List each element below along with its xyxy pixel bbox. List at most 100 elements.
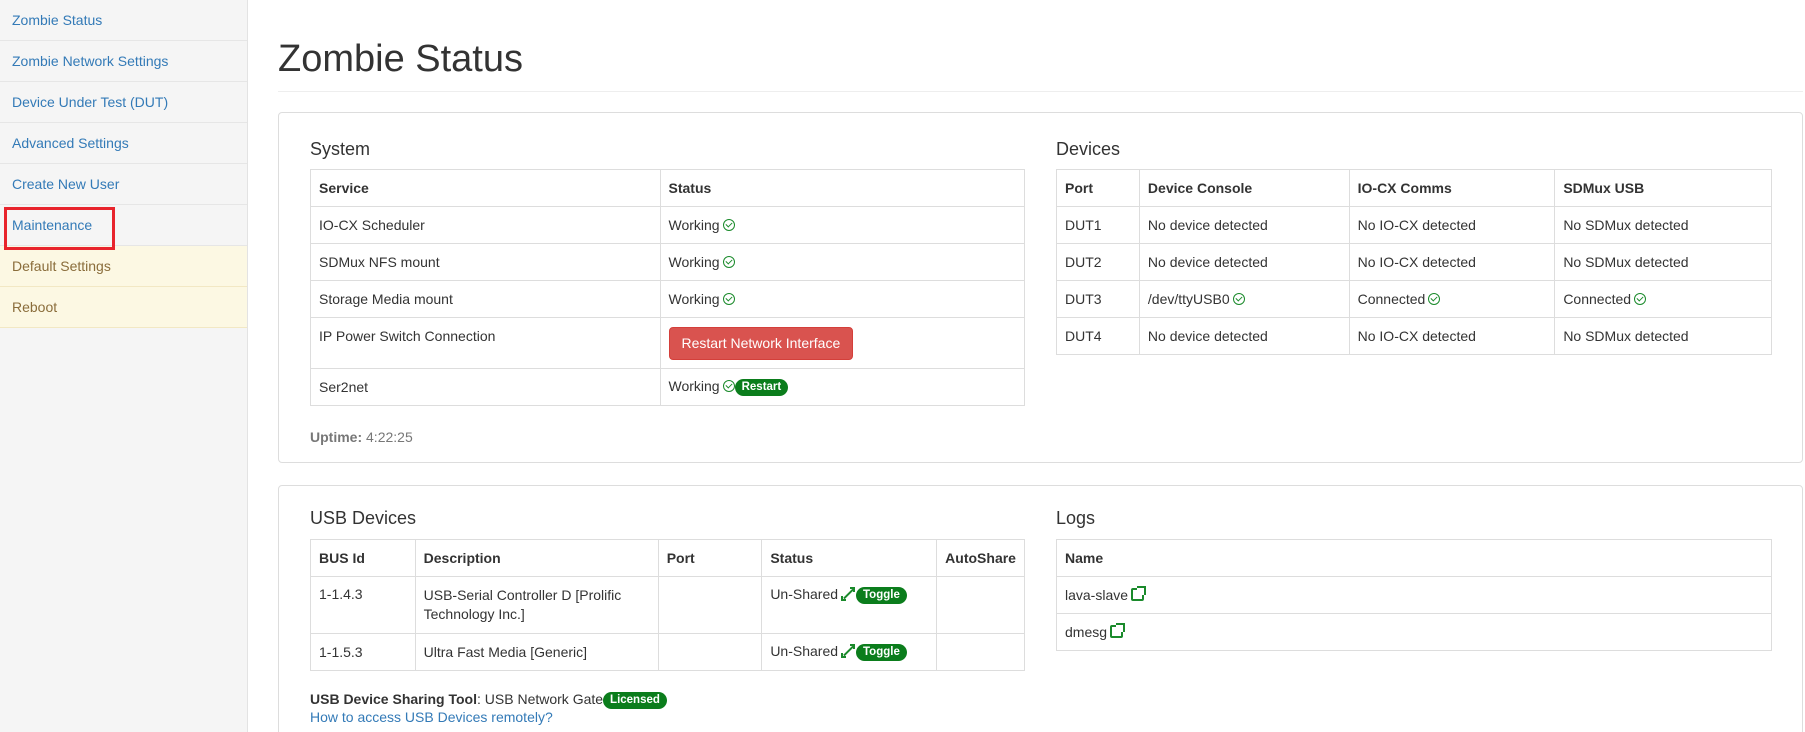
external-link-icon[interactable] — [1131, 586, 1147, 601]
usb-bus-id: 1-1.4.3 — [310, 576, 416, 634]
usb-autoshare[interactable] — [936, 576, 1025, 634]
table-header-row: BUS Id Description Port Status AutoShare — [310, 539, 1025, 577]
table-row: DUT1 No device detected No IO-CX detecte… — [1056, 206, 1772, 244]
service-name: Ser2net — [310, 368, 661, 406]
table-header-row: Service Status — [310, 169, 1025, 207]
table-header-row: Name — [1056, 539, 1772, 577]
table-row: IO-CX Scheduler Working — [310, 206, 1025, 244]
device-iocx: No IO-CX detected — [1348, 206, 1556, 244]
table-row: SDMux NFS mount Working — [310, 243, 1025, 281]
expand-arrows-icon — [841, 644, 856, 658]
sidebar-item-reboot[interactable]: Reboot — [0, 287, 247, 328]
usb-status: Un-Shared Toggle — [761, 576, 938, 634]
sharing-tool-value: : USB Network Gate — [477, 691, 604, 707]
check-circle-icon — [1634, 293, 1647, 305]
column-header-description: Description — [414, 539, 659, 577]
device-sdmux: Connected — [1554, 280, 1772, 318]
service-status: Working — [659, 280, 1025, 318]
logs-table: Name lava-slave dmesg — [1056, 539, 1772, 651]
toggle-share-badge[interactable]: Toggle — [856, 587, 907, 604]
usb-description: Ultra Fast Media [Generic] — [414, 633, 659, 671]
licensed-badge: Licensed — [603, 692, 667, 709]
device-port: DUT2 — [1056, 243, 1140, 281]
devices-table: Port Device Console IO-CX Comms SDMux US… — [1056, 169, 1772, 355]
device-iocx: Connected — [1348, 280, 1556, 318]
sidebar-item-create-new-user[interactable]: Create New User — [0, 164, 247, 205]
console-text: /dev/ttyUSB0 — [1147, 291, 1230, 307]
restart-network-interface-button[interactable]: Restart Network Interface — [668, 326, 854, 360]
usb-devices-table: BUS Id Description Port Status AutoShare… — [310, 539, 1025, 671]
main-content: Zombie Status System Service Status IO-C… — [278, 0, 1805, 732]
table-row: DUT3 /dev/ttyUSB0 Connected Connected — [1056, 280, 1772, 318]
status-text: Working — [668, 217, 720, 233]
service-status: Working Restart — [659, 368, 1025, 406]
usb-status: Un-Shared Toggle — [761, 633, 938, 671]
table-row: IP Power Switch Connection Restart Netwo… — [310, 317, 1025, 369]
uptime-value: 4:22:25 — [366, 429, 413, 445]
check-circle-icon — [1428, 293, 1441, 305]
sidebar-item-zombie-network-settings[interactable]: Zombie Network Settings — [0, 41, 247, 82]
uptime: Uptime: 4:22:25 — [310, 429, 413, 445]
service-name: IP Power Switch Connection — [310, 317, 661, 369]
service-status: Working — [659, 206, 1025, 244]
table-row: 1-1.5.3 Ultra Fast Media [Generic] Un-Sh… — [310, 633, 1025, 671]
column-header-device-console: Device Console — [1138, 169, 1350, 207]
device-port: DUT4 — [1056, 317, 1140, 355]
service-name: Storage Media mount — [310, 280, 661, 318]
column-header-autoshare: AutoShare — [936, 539, 1025, 577]
title-divider — [278, 91, 1803, 92]
sidebar-item-advanced-settings[interactable]: Advanced Settings — [0, 123, 247, 164]
device-port: DUT3 — [1056, 280, 1140, 318]
device-iocx: No IO-CX detected — [1348, 317, 1556, 355]
toggle-share-badge[interactable]: Toggle — [856, 644, 907, 661]
status-text: Working — [668, 291, 720, 307]
service-name: IO-CX Scheduler — [310, 206, 661, 244]
sidebar-item-device-under-test[interactable]: Device Under Test (DUT) — [0, 82, 247, 123]
system-heading: System — [310, 139, 371, 159]
usb-remote-access-help-link[interactable]: How to access USB Devices remotely? — [310, 709, 553, 725]
system-table: Service Status IO-CX Scheduler Working S… — [310, 169, 1025, 406]
column-header-status: Status — [659, 169, 1025, 207]
column-header-port: Port — [1056, 169, 1140, 207]
column-header-sdmux-usb: SDMux USB — [1554, 169, 1772, 207]
usb-port — [657, 576, 763, 634]
usb-autoshare[interactable] — [936, 633, 1025, 671]
device-console: No device detected — [1138, 243, 1350, 281]
page-title: Zombie Status — [278, 38, 523, 80]
restart-ser2net-badge[interactable]: Restart — [734, 379, 789, 396]
sidebar-item-default-settings[interactable]: Default Settings — [0, 246, 247, 287]
status-text: Working — [668, 378, 720, 394]
usb-port — [657, 633, 763, 671]
table-row: DUT2 No device detected No IO-CX detecte… — [1056, 243, 1772, 281]
usb-help-row: How to access USB Devices remotely? — [310, 709, 553, 725]
external-link-icon[interactable] — [1110, 623, 1126, 638]
usb-logs-panel: USB Devices BUS Id Description Port Stat… — [278, 485, 1803, 732]
column-header-service: Service — [310, 169, 661, 207]
table-row: Ser2net Working Restart — [310, 368, 1025, 406]
check-circle-icon — [722, 293, 735, 305]
usb-description: USB-Serial Controller D [Prolific Techno… — [414, 576, 659, 634]
uptime-label: Uptime: — [310, 429, 363, 445]
usb-status-text: Un-Shared — [770, 643, 839, 659]
table-row: Storage Media mount Working — [310, 280, 1025, 318]
usb-sharing-tool: USB Device Sharing Tool: USB Network Gat… — [310, 691, 667, 709]
device-sdmux: No SDMux detected — [1554, 206, 1772, 244]
status-panel: System Service Status IO-CX Scheduler Wo… — [278, 112, 1803, 463]
logs-heading: Logs — [1056, 508, 1096, 528]
sidebar-item-maintenance[interactable]: Maintenance — [0, 205, 247, 246]
check-circle-icon — [722, 219, 735, 231]
device-port: DUT1 — [1056, 206, 1140, 244]
sidebar-nav: Zombie Status Zombie Network Settings De… — [0, 0, 248, 732]
check-circle-icon — [722, 256, 735, 268]
log-name: dmesg — [1056, 613, 1772, 651]
service-status: Restart Network Interface — [659, 317, 1025, 369]
sharing-tool-label: USB Device Sharing Tool — [310, 691, 477, 707]
device-console: No device detected — [1138, 206, 1350, 244]
table-row: dmesg — [1056, 613, 1772, 651]
sidebar-item-zombie-status[interactable]: Zombie Status — [0, 0, 247, 41]
iocx-text: Connected — [1357, 291, 1426, 307]
service-status: Working — [659, 243, 1025, 281]
device-console: /dev/ttyUSB0 — [1138, 280, 1350, 318]
service-name: SDMux NFS mount — [310, 243, 661, 281]
log-name: lava-slave — [1056, 576, 1772, 614]
